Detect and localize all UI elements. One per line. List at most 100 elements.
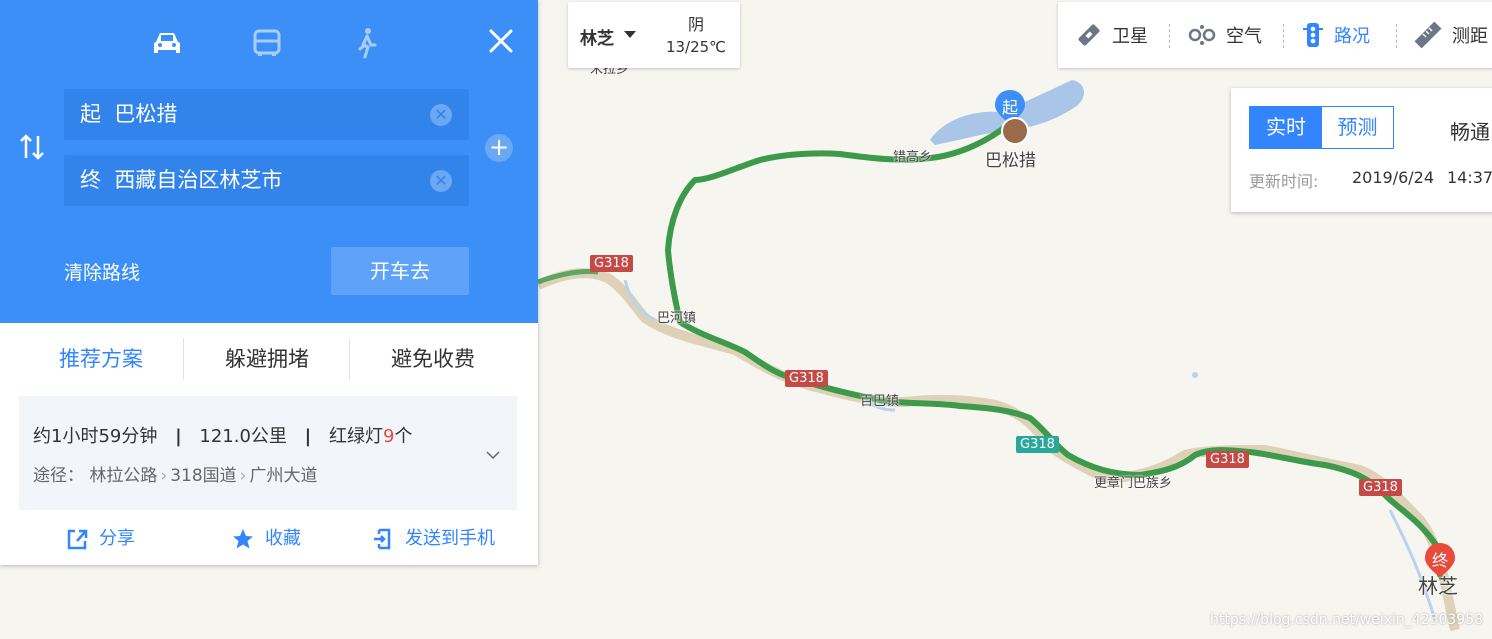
summary-divider: |: [304, 426, 312, 447]
tab-realtime[interactable]: 实时: [1250, 107, 1322, 148]
end-prefix: 终: [80, 168, 101, 192]
star-icon: [233, 529, 253, 549]
map-label-bahe: 巴河镇: [657, 311, 697, 326]
route-panel: 起 巴松措 ✕ 终 西藏自治区林芝市 ✕ + 清除路线 开车去 推荐方案 躲避拥…: [0, 0, 538, 565]
walk-icon: [358, 28, 377, 59]
air-label: 空气: [1226, 26, 1262, 47]
send-to-phone-icon: [374, 528, 391, 550]
route-summary: 约1小时59分钟 | 121.0公里 | 红绿灯9个: [33, 422, 412, 448]
weather-temp: 13/25℃: [665, 38, 727, 56]
start-prefix: 起: [80, 102, 101, 126]
end-marker-label: 终: [1431, 551, 1448, 570]
lights-prefix: 红绿灯: [328, 426, 383, 447]
city-name[interactable]: 林芝: [580, 24, 614, 49]
close-button[interactable]: [486, 26, 516, 56]
clear-route-link[interactable]: 清除路线: [64, 258, 140, 285]
send-to-phone-label: 发送到手机: [405, 528, 495, 549]
summary-divider: |: [175, 426, 182, 447]
measure-label: 测距: [1452, 26, 1488, 47]
weather-condition: 阴: [687, 15, 704, 34]
map-label-cuogao: 错高乡: [893, 150, 933, 165]
favorite-button[interactable]: 收藏: [231, 526, 301, 552]
clear-start-icon[interactable]: ✕: [430, 104, 452, 126]
via-label: 途径：: [33, 466, 84, 486]
road-shield-g318: G318: [1016, 436, 1059, 453]
clear-end-icon[interactable]: ✕: [430, 170, 452, 192]
ruler-icon: [1414, 21, 1442, 49]
traffic-button[interactable]: 路况: [1302, 2, 1370, 68]
close-icon: [489, 29, 513, 53]
road-shield-g318: G318: [590, 255, 633, 272]
update-label: 更新时间:: [1249, 172, 1319, 191]
route-plan-card[interactable]: 约1小时59分钟 | 121.0公里 | 红绿灯9个 途径： 林拉公路 › 318国…: [19, 396, 517, 510]
end-input[interactable]: 终 西藏自治区林芝市: [80, 155, 282, 206]
swap-icon: [20, 134, 44, 160]
car-icon: [154, 33, 180, 53]
lights-count: 9: [382, 426, 395, 447]
traffic-label: 路况: [1334, 26, 1370, 47]
toolbar-divider: [1396, 24, 1397, 48]
end-marker[interactable]: 终: [1423, 541, 1457, 581]
mode-car[interactable]: [150, 26, 184, 60]
plus-icon: +: [488, 133, 510, 161]
add-waypoint-button[interactable]: +: [485, 134, 513, 162]
drive-button[interactable]: 开车去: [331, 247, 469, 295]
update-time: 14:37: [1447, 168, 1492, 187]
start-value: 巴松措: [114, 102, 178, 126]
send-to-phone-button[interactable]: 发送到手机: [371, 526, 495, 552]
measure-button[interactable]: 测距: [1414, 2, 1488, 68]
swap-button[interactable]: [18, 132, 46, 162]
caret-down-icon[interactable]: [624, 31, 636, 39]
mode-walk[interactable]: [350, 26, 384, 60]
map-label-baiba: 百巴镇: [860, 394, 900, 409]
via-road: 林拉公路: [89, 466, 158, 486]
satellite-icon: [1078, 24, 1100, 46]
route-via: 途径： 林拉公路 › 318国道 › 广州大道: [33, 461, 317, 486]
route-distance: 121.0公里: [199, 426, 287, 447]
weather-widget[interactable]: 林芝 阴 13/25℃: [568, 2, 740, 68]
tab-avoid-tolls[interactable]: 避免收费: [350, 338, 516, 380]
scenic-poi-icon[interactable]: [1001, 117, 1029, 145]
traffic-panel: 实时 预测 畅通 更新时间: 2019/6/24 14:37: [1231, 88, 1492, 212]
satellite-label: 卫星: [1112, 26, 1148, 47]
start-field[interactable]: 起 巴松措 ✕: [64, 89, 469, 140]
start-marker-label: 起: [1001, 98, 1018, 117]
chevron-down-icon: [486, 451, 500, 460]
update-date: 2019/6/24: [1352, 168, 1435, 187]
via-road: 318国道: [170, 466, 237, 486]
road-shield-g318: G318: [1359, 479, 1402, 496]
tab-forecast[interactable]: 预测: [1322, 107, 1393, 148]
route-time: 约1小时59分钟: [33, 426, 158, 447]
map-label-gengzhang: 更章门巴族乡: [1094, 476, 1173, 491]
tab-avoid-congestion[interactable]: 躲避拥堵: [184, 338, 350, 380]
satellite-button[interactable]: 卫星: [1076, 2, 1148, 68]
road-shield-g318: G318: [785, 370, 828, 387]
end-value: 西藏自治区林芝市: [114, 168, 283, 192]
share-button[interactable]: 分享: [65, 526, 135, 552]
air-button[interactable]: 空气: [1188, 2, 1262, 68]
map-label-basongcuo: 巴松措: [985, 151, 1036, 171]
watermark: https://blog.csdn.net/weixin_42303958: [1210, 612, 1484, 628]
map-toolbar: 卫星 空气 路况 测距: [1058, 2, 1492, 68]
lights-suffix: 个: [394, 426, 413, 447]
traffic-light-icon: [1303, 23, 1323, 47]
mode-bus[interactable]: [250, 26, 284, 60]
chevron-right-icon: ›: [160, 466, 168, 486]
traffic-status: 畅通: [1450, 120, 1490, 144]
tab-recommended[interactable]: 推荐方案: [18, 338, 184, 380]
chevron-right-icon: ›: [239, 466, 247, 486]
traffic-mode-toggle: 实时 预测: [1249, 106, 1394, 149]
via-road: 广州大道: [249, 466, 318, 486]
toolbar-divider: [1169, 24, 1170, 48]
end-field[interactable]: 终 西藏自治区林芝市 ✕: [64, 155, 469, 206]
share-label: 分享: [99, 528, 135, 549]
start-input[interactable]: 起 巴松措: [80, 89, 177, 140]
expand-button[interactable]: [485, 446, 501, 462]
bus-icon: [253, 29, 281, 56]
road-shield-g318: G318: [1206, 451, 1249, 468]
route-search-header: 起 巴松措 ✕ 终 西藏自治区林芝市 ✕ + 清除路线 开车去: [0, 0, 538, 323]
favorite-label: 收藏: [265, 528, 301, 549]
air-icon: [1188, 25, 1216, 45]
river-band: [535, 268, 1460, 632]
toolbar-divider: [1283, 24, 1284, 48]
